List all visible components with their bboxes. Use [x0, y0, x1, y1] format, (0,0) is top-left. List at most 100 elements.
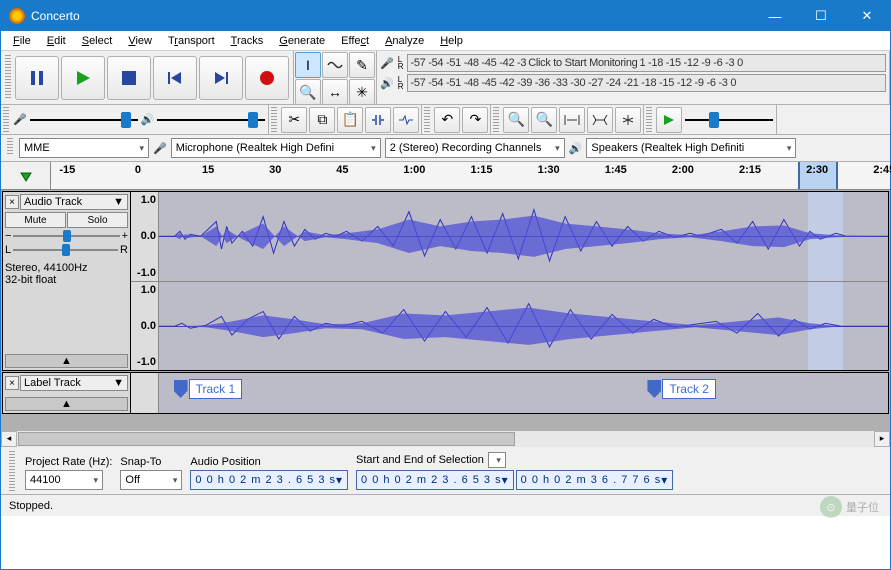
play-speed-slider[interactable] [684, 112, 774, 128]
audio-position-label: Audio Position [190, 456, 348, 468]
mic-icon: 🎤 [153, 142, 167, 155]
speaker-icon: 🔊 [569, 142, 583, 155]
record-button[interactable] [245, 56, 289, 100]
record-channels-combo[interactable]: 2 (Stereo) Recording Channels▾ [385, 138, 565, 158]
zoom-in-button[interactable]: 🔍 [503, 107, 529, 133]
watermark: ⊙量子位 [820, 496, 879, 518]
edit-toolbar: 🎤 🔊 ✂ ⧉ 📋 ↶ ↷ 🔍 🔍 [1, 105, 890, 135]
menu-bar: File Edit Select View Transport Tracks G… [1, 31, 890, 51]
track-menu[interactable]: Audio Track▼ [20, 194, 128, 210]
redo-button[interactable]: ↷ [462, 107, 488, 133]
gain-slider[interactable]: −+ [5, 230, 128, 242]
solo-button[interactable]: Solo [67, 212, 128, 228]
label-handle-icon[interactable] [174, 380, 188, 398]
time-ruler[interactable]: -15 0 15 30 45 1:00 1:15 1:30 1:45 2:00 … [51, 162, 890, 189]
playback-volume-slider[interactable] [156, 112, 266, 128]
close-button[interactable]: ✕ [844, 1, 890, 31]
label-pane[interactable]: Track 1 Track 2 [159, 373, 888, 413]
horizontal-scrollbar[interactable]: ◂ ▸ [1, 430, 890, 446]
timeline[interactable]: -15 0 15 30 45 1:00 1:15 1:30 1:45 2:00 … [1, 162, 890, 190]
minimize-button[interactable]: — [752, 1, 798, 31]
scroll-right-button[interactable]: ▸ [874, 431, 890, 447]
app-logo-icon [9, 8, 25, 24]
zoom-tool[interactable]: 🔍 [295, 79, 321, 105]
record-meter[interactable]: -57 -54 -51 -48 -45 -42 -3 Click to Star… [407, 54, 886, 72]
transport-toolbar: I ✎ 🔍 ↔ ✳ 🎤 LR -57 -54 -51 -48 -45 -42 -… [1, 51, 890, 105]
label-marker[interactable]: Track 1 [174, 379, 243, 399]
device-toolbar: MME▾ 🎤 Microphone (Realtek High Defini▾ … [1, 135, 890, 162]
mute-button[interactable]: Mute [5, 212, 66, 228]
status-text: Stopped. [9, 500, 53, 512]
track-format-info: Stereo, 44100Hz32-bit float [5, 262, 128, 286]
pin-button[interactable] [1, 162, 51, 189]
waveform-left[interactable] [159, 192, 888, 281]
playback-device-combo[interactable]: Speakers (Realtek High Definiti▾ [586, 138, 796, 158]
draw-tool[interactable]: ✎ [349, 52, 375, 78]
selection-range-label: Start and End of Selection [356, 454, 484, 466]
label-handle-icon[interactable] [647, 380, 661, 398]
menu-transport[interactable]: Transport [160, 33, 223, 49]
fit-selection-button[interactable] [559, 107, 585, 133]
selection-toolbar: Project Rate (Hz): 44100▾ Snap-To Off▾ A… [1, 446, 890, 494]
undo-button[interactable]: ↶ [434, 107, 460, 133]
audio-track: × Audio Track▼ Mute Solo −+ LR Stereo, 4… [2, 191, 889, 371]
mic-icon: 🎤 [13, 113, 27, 126]
multi-tool[interactable]: ✳ [349, 79, 375, 105]
mic-icon: 🎤 [380, 57, 394, 70]
menu-file[interactable]: File [5, 33, 39, 49]
snap-to-combo[interactable]: Off▾ [120, 470, 182, 490]
label-track: × Label Track▼ ▲ Track 1 Track 2 [2, 372, 889, 414]
track-collapse-button[interactable]: ▲ [5, 397, 128, 411]
menu-tracks[interactable]: Tracks [223, 33, 272, 49]
project-rate-label: Project Rate (Hz): [25, 456, 112, 468]
selection-mode-combo[interactable]: ▾ [488, 452, 506, 468]
menu-help[interactable]: Help [432, 33, 471, 49]
audio-position-field[interactable]: 0 0 h 0 2 m 2 3 . 6 5 3 s▾ [190, 470, 348, 490]
selection-end-field[interactable]: 0 0 h 0 2 m 3 6 . 7 7 6 s▾ [516, 470, 674, 490]
menu-view[interactable]: View [120, 33, 160, 49]
zoom-toggle-button[interactable] [615, 107, 641, 133]
track-menu[interactable]: Label Track▼ [20, 375, 128, 391]
record-volume-slider[interactable] [29, 112, 139, 128]
pause-button[interactable] [15, 56, 59, 100]
track-close-button[interactable]: × [5, 195, 19, 209]
audio-host-combo[interactable]: MME▾ [19, 138, 149, 158]
selection-tool[interactable]: I [295, 52, 321, 78]
record-device-combo[interactable]: Microphone (Realtek High Defini▾ [171, 138, 381, 158]
waveform-right[interactable] [159, 282, 888, 371]
track-area: × Audio Track▼ Mute Solo −+ LR Stereo, 4… [1, 190, 890, 430]
skip-end-button[interactable] [199, 56, 243, 100]
copy-button[interactable]: ⧉ [309, 107, 335, 133]
pan-slider[interactable]: LR [5, 244, 128, 256]
track-collapse-button[interactable]: ▲ [5, 354, 128, 368]
timeshift-tool[interactable]: ↔ [322, 79, 348, 105]
maximize-button[interactable]: ☐ [798, 1, 844, 31]
track-close-button[interactable]: × [5, 376, 19, 390]
trim-button[interactable] [365, 107, 391, 133]
playback-meter[interactable]: -57 -54 -51 -48 -45 -42 -39 -36 -33 -30 … [407, 74, 886, 92]
scroll-left-button[interactable]: ◂ [1, 431, 17, 447]
silence-button[interactable] [393, 107, 419, 133]
snap-to-label: Snap-To [120, 456, 182, 468]
window-title: Concerto [31, 9, 752, 23]
project-rate-combo[interactable]: 44100▾ [25, 470, 103, 490]
selection-start-field[interactable]: 0 0 h 0 2 m 2 3 . 6 5 3 s▾ [356, 470, 514, 490]
meter-lr-label: LR [398, 56, 404, 70]
vertical-scale[interactable]: 1.00.0-1.0 [131, 192, 159, 281]
zoom-out-button[interactable]: 🔍 [531, 107, 557, 133]
menu-generate[interactable]: Generate [271, 33, 333, 49]
label-marker[interactable]: Track 2 [647, 379, 716, 399]
envelope-tool[interactable] [322, 52, 348, 78]
vertical-scale[interactable]: 1.00.0-1.0 [131, 282, 159, 371]
play-button[interactable] [61, 56, 105, 100]
fit-project-button[interactable] [587, 107, 613, 133]
menu-analyze[interactable]: Analyze [377, 33, 432, 49]
play-at-speed-button[interactable] [656, 107, 682, 133]
stop-button[interactable] [107, 56, 151, 100]
menu-select[interactable]: Select [74, 33, 121, 49]
cut-button[interactable]: ✂ [281, 107, 307, 133]
paste-button[interactable]: 📋 [337, 107, 363, 133]
menu-effect[interactable]: Effect [333, 33, 377, 49]
menu-edit[interactable]: Edit [39, 33, 74, 49]
skip-start-button[interactable] [153, 56, 197, 100]
